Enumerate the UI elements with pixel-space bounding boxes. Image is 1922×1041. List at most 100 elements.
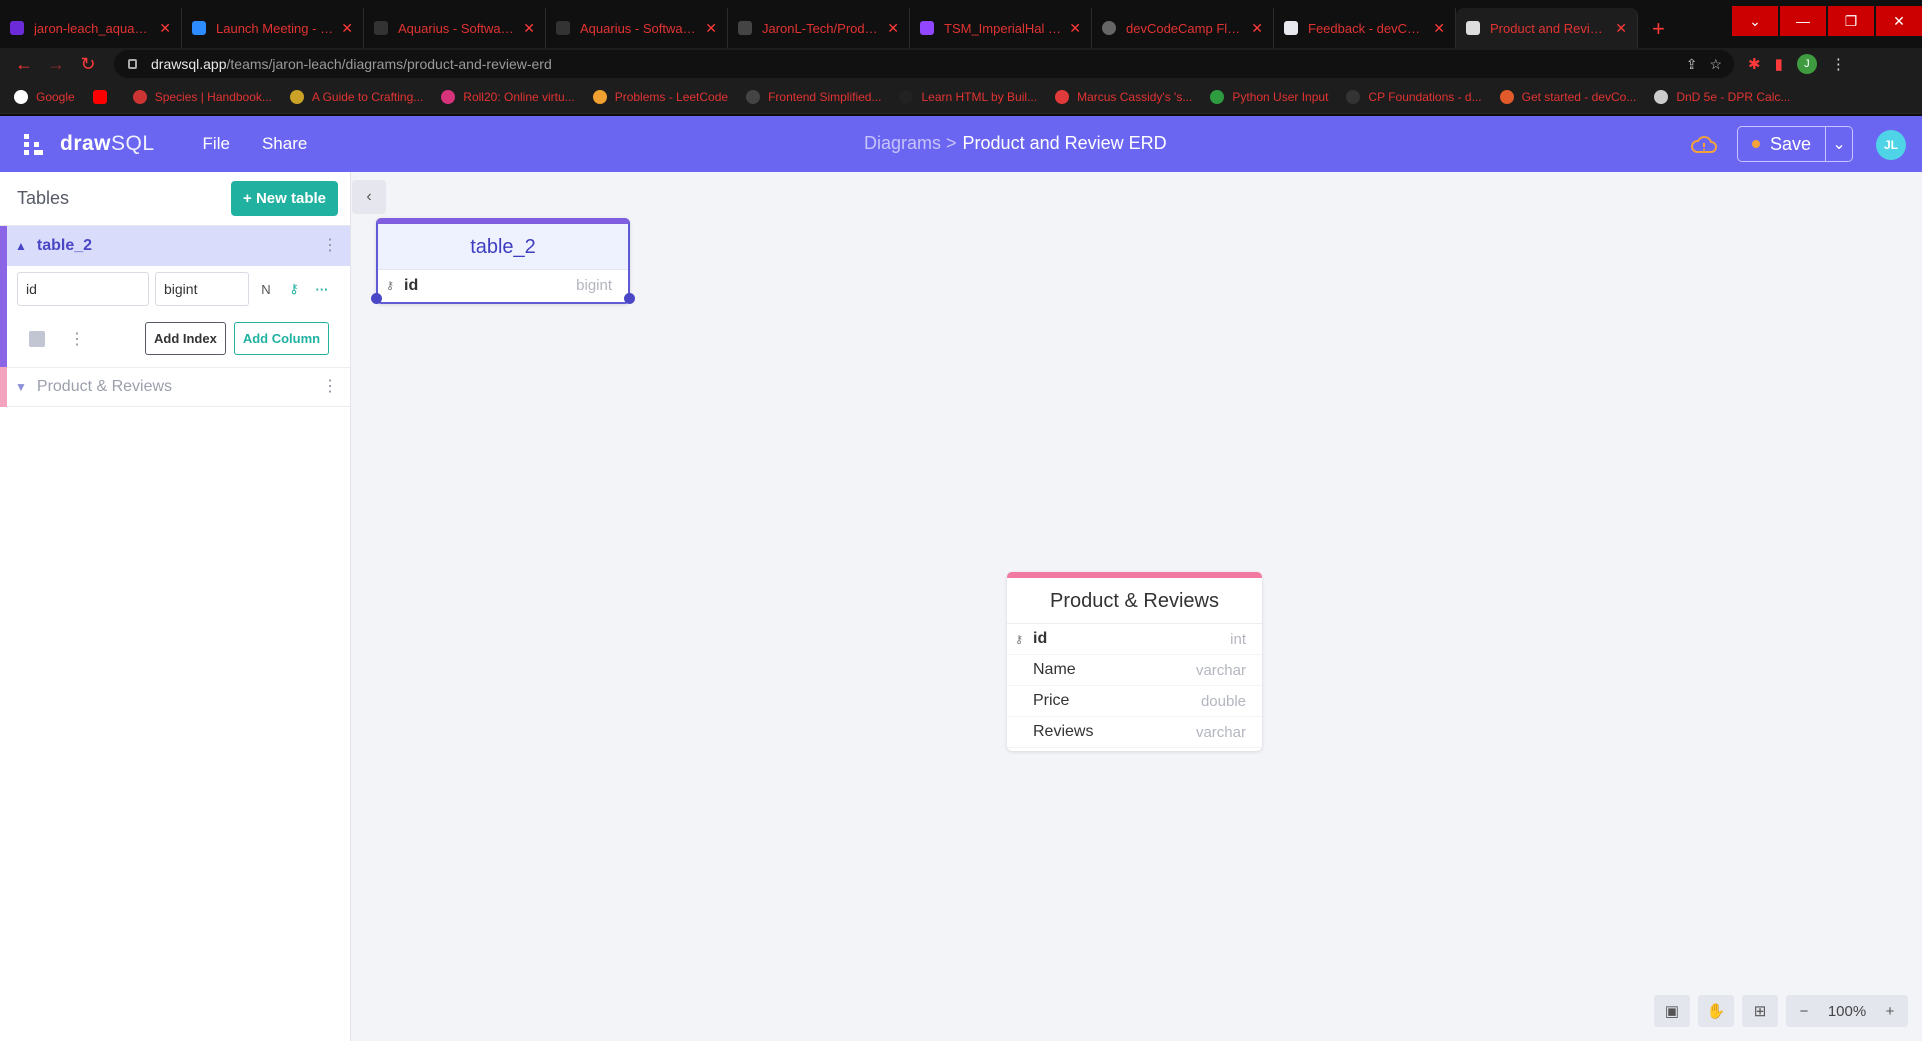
save-dropdown-chevron-icon[interactable]: ⌄ bbox=[1826, 127, 1852, 161]
browser-tab[interactable]: devCodeCamp FlexBo✕ bbox=[1092, 8, 1274, 48]
zoom-control: − 100% + bbox=[1786, 995, 1908, 1027]
toolbar-right: ✱ ▮ J ⋮ bbox=[1748, 54, 1846, 74]
column-more-icon[interactable]: ··· bbox=[311, 282, 333, 297]
erd-column-row[interactable]: Name varchar bbox=[1007, 655, 1262, 686]
new-table-button[interactable]: + New table bbox=[231, 181, 338, 216]
drawsql-logo-icon bbox=[24, 134, 43, 155]
browser-tab[interactable]: Aquarius - Software D ✕ bbox=[546, 8, 728, 48]
grid-icon[interactable]: ⊞ bbox=[1742, 995, 1778, 1027]
browser-tab[interactable]: Launch Meeting - Zoom✕ bbox=[182, 8, 364, 48]
chevron-down-icon[interactable]: ▼ bbox=[15, 380, 27, 394]
bookmark[interactable]: CP Foundations - d... bbox=[1346, 89, 1482, 104]
close-tab-icon[interactable]: ✕ bbox=[887, 20, 899, 37]
close-tab-icon[interactable]: ✕ bbox=[705, 20, 717, 37]
table-options-kebab-icon[interactable]: ⋮ bbox=[322, 238, 338, 254]
close-tab-icon[interactable]: ✕ bbox=[1251, 20, 1263, 37]
back-arrow-icon[interactable]: ← bbox=[8, 54, 40, 75]
hand-pan-icon[interactable]: ✋ bbox=[1698, 995, 1734, 1027]
user-avatar[interactable]: JL bbox=[1876, 130, 1906, 160]
share-icon[interactable]: ⇪ bbox=[1686, 56, 1698, 73]
add-column-button[interactable]: Add Column bbox=[233, 322, 330, 355]
cloud-sync-icon[interactable] bbox=[1690, 134, 1718, 154]
close-tab-icon[interactable]: ✕ bbox=[1433, 20, 1445, 37]
zoom-in-icon[interactable]: + bbox=[1872, 995, 1908, 1027]
forward-arrow-icon[interactable]: → bbox=[40, 54, 72, 75]
close-window-icon[interactable]: ✕ bbox=[1876, 6, 1922, 36]
bookmark[interactable]: Frontend Simplified... bbox=[746, 89, 881, 104]
github-icon bbox=[556, 21, 570, 35]
erd-column-row[interactable]: ⚷ id int bbox=[1007, 624, 1262, 655]
zoom-out-icon[interactable]: − bbox=[1786, 995, 1822, 1027]
bookmark[interactable]: Google bbox=[14, 89, 75, 104]
table-options-kebab-icon[interactable]: ⋮ bbox=[322, 379, 338, 395]
unsaved-dot-icon bbox=[1752, 140, 1760, 148]
column-name-input[interactable]: id bbox=[17, 272, 149, 306]
extensions-icon[interactable]: ✱ bbox=[1748, 55, 1761, 73]
column-row: id bigint N ⚷ ··· bbox=[7, 266, 350, 312]
table-actions-kebab-icon[interactable]: ⋮ bbox=[69, 329, 85, 349]
erd-table-product-reviews[interactable]: Product & Reviews ⚷ id int Name varchar … bbox=[1007, 572, 1262, 751]
bookmark[interactable] bbox=[92, 89, 115, 104]
relation-handle[interactable] bbox=[371, 293, 382, 304]
zoom-level[interactable]: 100% bbox=[1822, 1003, 1872, 1020]
product-reviews-header[interactable]: ▼ Product & Reviews ⋮ bbox=[7, 367, 350, 407]
save-button[interactable]: Save bbox=[1738, 127, 1827, 161]
bookmark[interactable]: DnD 5e - DPR Calc... bbox=[1654, 89, 1790, 104]
bookmark[interactable]: Roll20: Online virtu... bbox=[441, 89, 575, 104]
table-2-header[interactable]: ▲ table_2 ⋮ bbox=[7, 226, 350, 266]
close-tab-icon[interactable]: ✕ bbox=[1069, 20, 1081, 37]
bookmark[interactable]: Problems - LeetCode bbox=[592, 89, 728, 104]
chevron-up-icon[interactable]: ▲ bbox=[15, 239, 27, 253]
drawsql-logo[interactable]: draw SQL bbox=[22, 132, 155, 156]
bookmark[interactable]: Get started - devCo... bbox=[1499, 89, 1636, 104]
menu-kebab-icon[interactable]: ⋮ bbox=[1831, 55, 1846, 73]
breadcrumb-diagrams[interactable]: Diagrams > bbox=[864, 133, 957, 153]
diagram-title[interactable]: Product and Review ERD bbox=[963, 133, 1167, 153]
add-index-button[interactable]: Add Index bbox=[145, 322, 226, 355]
browser-tab[interactable]: TSM_ImperialHal - Tw ✕ bbox=[910, 8, 1092, 48]
browser-tab[interactable]: Aquarius - Software D ✕ bbox=[364, 8, 546, 48]
reload-icon[interactable]: ↻ bbox=[72, 54, 104, 75]
nullable-toggle[interactable]: N bbox=[255, 282, 277, 297]
close-tab-icon[interactable]: ✕ bbox=[1615, 20, 1627, 37]
restore-icon[interactable]: ❐ bbox=[1828, 6, 1874, 36]
url-field[interactable]: drawsql.app/teams/jaron-leach/diagrams/p… bbox=[114, 50, 1734, 78]
browser-tab[interactable]: JaronL-Tech/Product- ✕ bbox=[728, 8, 910, 48]
close-tab-icon[interactable]: ✕ bbox=[341, 20, 353, 37]
erd-column-row[interactable]: ⚷ id bigint bbox=[378, 270, 628, 301]
profile-avatar[interactable]: J bbox=[1796, 54, 1817, 74]
tab-search-chevron-icon[interactable]: ⌄ bbox=[1732, 6, 1778, 36]
column-type-input[interactable]: bigint bbox=[155, 272, 249, 306]
table-color-icon[interactable] bbox=[29, 330, 45, 347]
minimize-icon[interactable]: — bbox=[1780, 6, 1826, 36]
globe-icon bbox=[1102, 21, 1116, 35]
tables-sidebar: Tables + New table ▲ table_2 ⋮ id bigint … bbox=[0, 172, 351, 1041]
side-panel-icon[interactable]: ▮ bbox=[1775, 55, 1783, 73]
new-tab-plus-icon[interactable]: + bbox=[1652, 16, 1665, 42]
bookmark[interactable]: Marcus Cassidy's 's... bbox=[1055, 89, 1192, 104]
browser-tab[interactable]: Feedback - devCodeC ✕ bbox=[1274, 8, 1456, 48]
primary-key-icon[interactable]: ⚷ bbox=[283, 281, 305, 297]
diagram-canvas[interactable]: table_2 ⚷ id bigint Product & Reviews ⚷ … bbox=[352, 172, 1922, 1041]
bookmark[interactable]: Species | Handbook... bbox=[132, 89, 272, 104]
key-icon: ⚷ bbox=[1015, 634, 1024, 646]
erd-column-row[interactable]: Price double bbox=[1007, 686, 1262, 717]
bookmark[interactable]: A Guide to Crafting... bbox=[289, 89, 423, 104]
close-tab-icon[interactable]: ✕ bbox=[523, 20, 535, 37]
bookmarks-bar: Google Species | Handbook... A Guide to … bbox=[0, 80, 1922, 114]
bookmark-icon bbox=[899, 89, 914, 104]
minimap-icon[interactable]: ▣ bbox=[1654, 995, 1690, 1027]
sidebar-table-table-2: ▲ table_2 ⋮ id bigint N ⚷ ··· ⋮ Add Index… bbox=[0, 226, 350, 367]
browser-tab[interactable]: jaron-leach_aquarius ✕ bbox=[0, 8, 182, 48]
close-tab-icon[interactable]: ✕ bbox=[159, 20, 171, 37]
erd-table-table-2[interactable]: table_2 ⚷ id bigint bbox=[371, 218, 635, 304]
share-menu[interactable]: Share bbox=[262, 134, 307, 154]
bookmark[interactable]: Learn HTML by Buil... bbox=[899, 89, 1037, 104]
erd-column-row[interactable]: Reviews varchar bbox=[1007, 717, 1262, 748]
relation-handle[interactable] bbox=[624, 293, 635, 304]
file-menu[interactable]: File bbox=[203, 134, 230, 154]
zoom-icon bbox=[192, 21, 206, 35]
browser-tab-active[interactable]: Product and Review E ✕ bbox=[1456, 8, 1638, 48]
bookmark[interactable]: Python User Input bbox=[1210, 89, 1328, 104]
star-icon[interactable]: ☆ bbox=[1709, 56, 1722, 73]
